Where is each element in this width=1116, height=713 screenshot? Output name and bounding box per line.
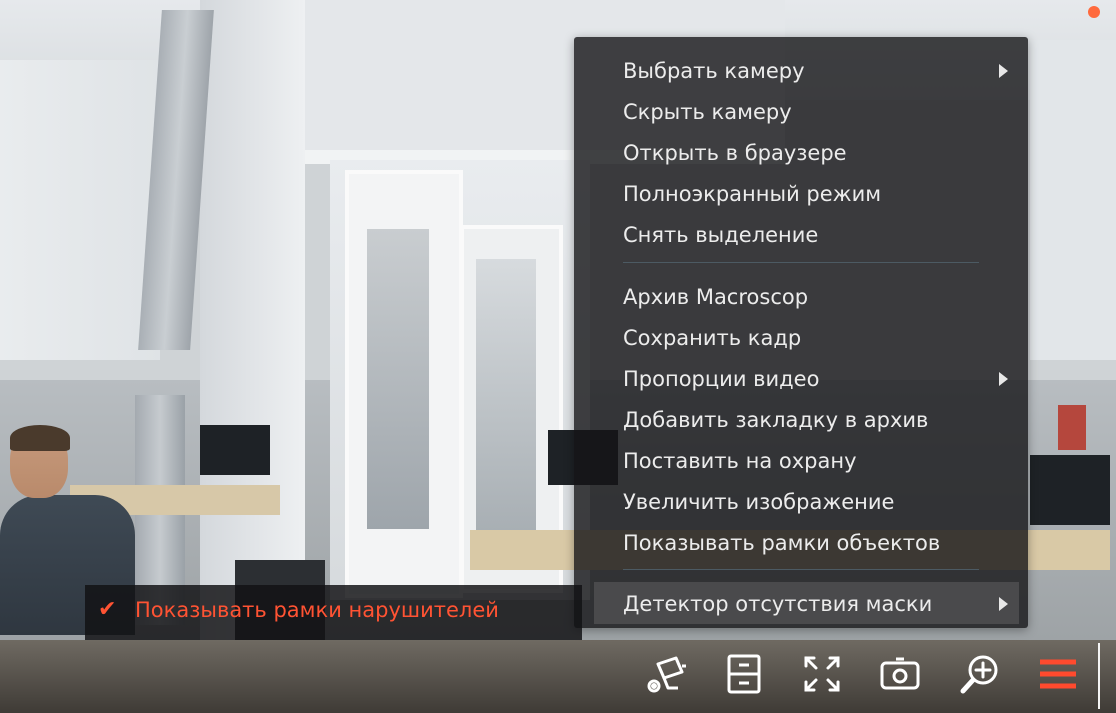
scene-door xyxy=(345,170,463,598)
fullscreen-icon[interactable] xyxy=(798,650,846,698)
menu-item-archive[interactable]: Архив Macroscop xyxy=(623,283,808,311)
menu-item-add-bookmark[interactable]: Добавить закладку в архив xyxy=(623,406,928,434)
scene-monitor xyxy=(1030,455,1110,525)
menu-item-save-frame[interactable]: Сохранить кадр xyxy=(623,324,801,352)
archive-icon[interactable] xyxy=(720,650,768,698)
scene-person-hair xyxy=(10,425,70,451)
zoom-in-icon[interactable] xyxy=(956,650,1004,698)
scene-poster xyxy=(1058,405,1086,450)
menu-item-hide-camera[interactable]: Скрыть камеру xyxy=(623,98,792,126)
camera-settings-icon[interactable] xyxy=(642,650,690,698)
submenu-arrow-icon xyxy=(999,597,1008,611)
submenu-arrow-icon xyxy=(999,64,1008,78)
scene-monitor xyxy=(200,425,270,475)
camera-toolbar xyxy=(620,640,1116,713)
context-menu: Выбрать камеру Скрыть камеру Открыть в б… xyxy=(574,37,1028,628)
menu-item-select-camera[interactable]: Выбрать камеру xyxy=(623,57,805,85)
mask-detector-submenu: ✔ Показывать рамки нарушителей xyxy=(85,585,582,640)
menu-item-mask-detector[interactable]: Детектор отсутствия маски xyxy=(623,590,932,618)
submenu-arrow-icon xyxy=(999,372,1008,386)
scene-window xyxy=(1030,40,1116,360)
menu-separator xyxy=(623,262,979,263)
menu-item-deselect[interactable]: Снять выделение xyxy=(623,221,818,249)
submenu-item-show-violator-frames[interactable]: Показывать рамки нарушителей xyxy=(135,598,499,622)
checkmark-icon: ✔ xyxy=(98,597,117,622)
menu-separator xyxy=(623,569,979,570)
toolbar-divider xyxy=(1098,643,1100,709)
menu-item-video-proportions[interactable]: Пропорции видео xyxy=(623,365,819,393)
menu-item-arm[interactable]: Поставить на охрану xyxy=(623,447,857,475)
scene-wall xyxy=(0,60,160,360)
menu-item-zoom-image[interactable]: Увеличить изображение xyxy=(623,488,894,516)
status-indicator-dot xyxy=(1088,6,1100,18)
menu-item-open-in-browser[interactable]: Открыть в браузере xyxy=(623,139,847,167)
camera-view[interactable]: Выбрать камеру Скрыть камеру Открыть в б… xyxy=(0,0,1116,713)
menu-item-show-object-frames[interactable]: Показывать рамки объектов xyxy=(623,529,940,557)
menu-item-fullscreen[interactable]: Полноэкранный режим xyxy=(623,180,881,208)
menu-icon[interactable] xyxy=(1034,650,1082,698)
snapshot-icon[interactable] xyxy=(876,650,924,698)
